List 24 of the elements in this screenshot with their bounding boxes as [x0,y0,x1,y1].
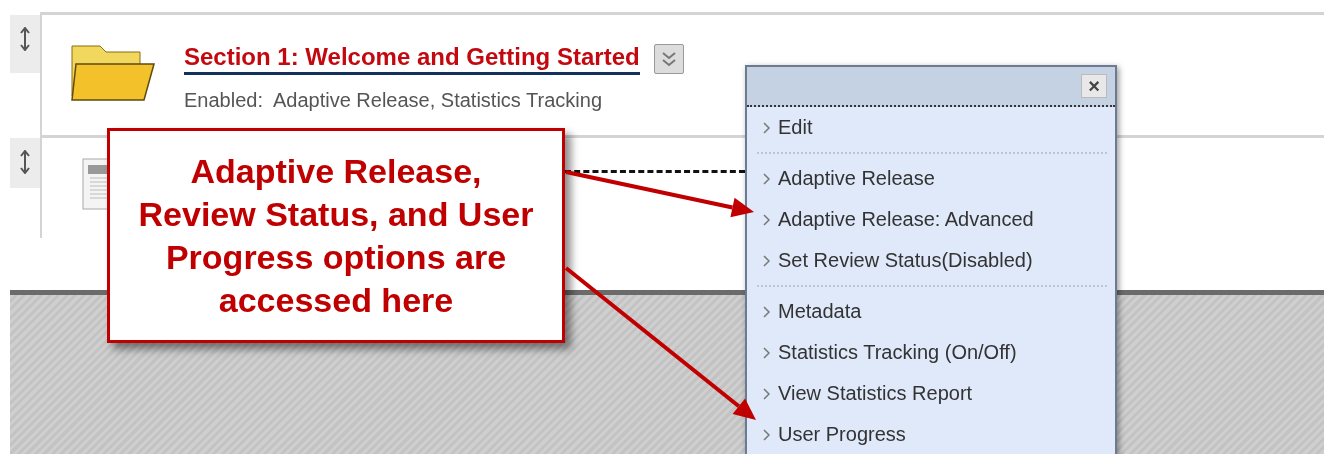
chevron-right-icon [763,213,770,226]
close-button[interactable]: × [1081,74,1107,98]
callout-text: Adaptive Release, Review Status, and User Progress options are accessed here [138,150,534,321]
chevron-right-icon [763,346,770,359]
options-menu-button[interactable] [653,43,684,74]
drag-handle-icon[interactable] [20,150,30,174]
chevron-right-icon [763,121,770,134]
menu-item[interactable]: User Progress [747,414,1115,454]
chevron-right-icon [763,387,770,400]
menu-item[interactable]: Adaptive Release: Advanced [747,199,1115,240]
menu-item[interactable]: Statistics Tracking (On/Off) [747,332,1115,373]
drag-handle-icon[interactable] [20,27,30,51]
menu-item[interactable]: View Statistics Report [747,373,1115,414]
menu-item[interactable]: Metadata [747,291,1115,332]
menu-item[interactable]: Set Review Status(Disabled) [747,240,1115,281]
chevron-right-icon [763,172,770,185]
chevron-right-icon [763,428,770,441]
section-title-link[interactable]: Section 1: Welcome and Getting Started [184,42,640,75]
menu-item[interactable]: Edit [747,107,1115,148]
menu-item[interactable]: Adaptive Release [747,158,1115,199]
chevron-right-icon [763,254,770,267]
enabled-status-text: Enabled: Adaptive Release, Statistics Tracking [184,89,603,112]
chevron-down-icon [660,49,677,68]
chevron-right-icon [763,305,770,318]
